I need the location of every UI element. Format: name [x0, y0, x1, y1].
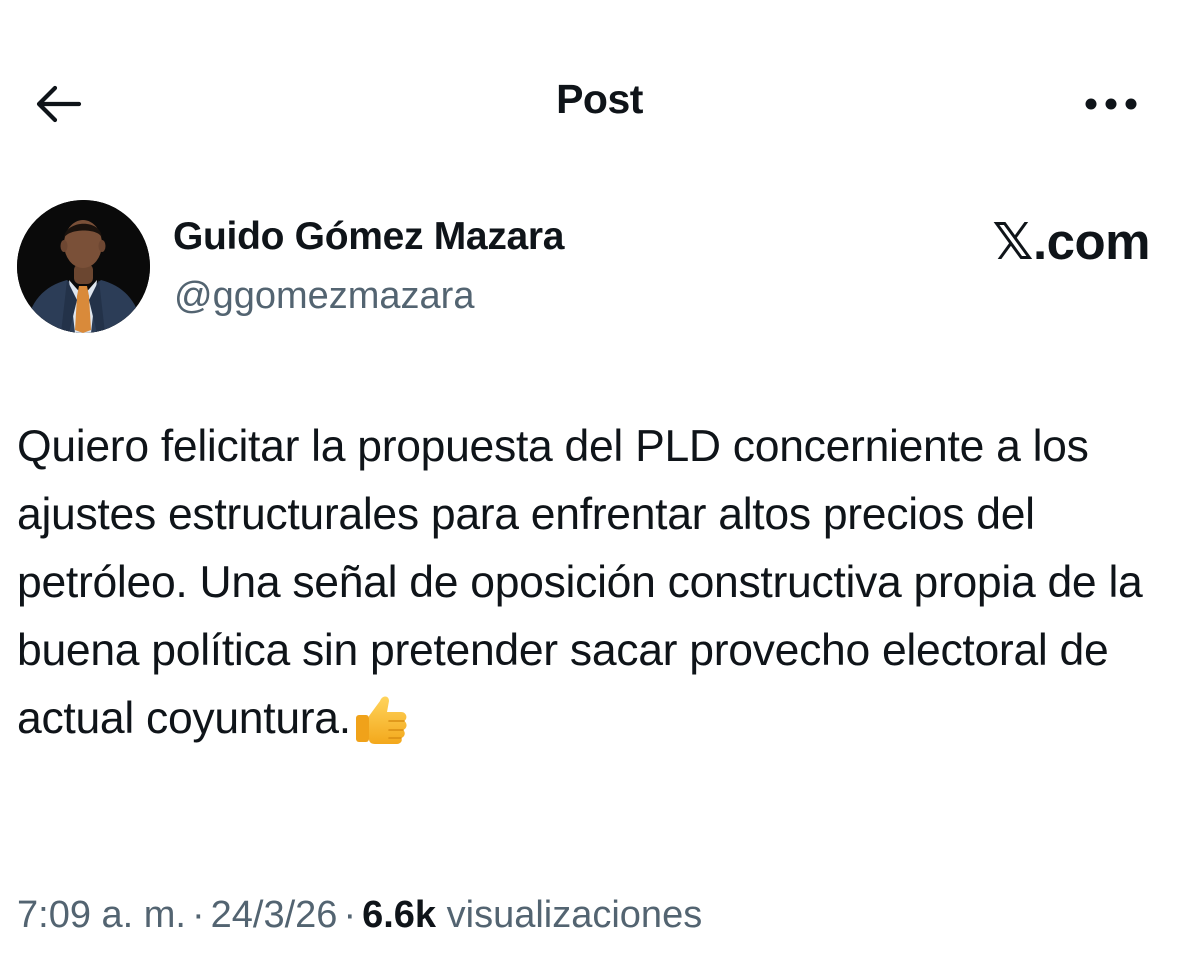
meta-separator: ·	[343, 894, 357, 936]
more-horizontal-icon	[1085, 98, 1137, 110]
meta-separator: ·	[191, 894, 205, 936]
thumbs-up-icon	[353, 689, 411, 767]
views-count[interactable]: 6.6k	[362, 894, 436, 936]
post-text-content: Quiero felicitar la propuesta del PLD co…	[17, 422, 1143, 743]
views-label: visualizaciones	[446, 894, 703, 936]
source-badge: 𝕏.com	[992, 213, 1150, 270]
post-time[interactable]: 7:09 a. m.	[17, 894, 186, 936]
author-name[interactable]: Guido Gómez Mazara	[173, 215, 564, 259]
post-date[interactable]: 24/3/26	[211, 894, 338, 936]
avatar[interactable]	[17, 200, 150, 333]
page-title: Post	[556, 76, 643, 122]
post-metadata: 7:09 a. m. · 24/3/26 · 6.6k visualizaciones	[17, 894, 702, 937]
post-text: Quiero felicitar la propuesta del PLD co…	[17, 413, 1177, 767]
post-header: Post	[0, 0, 1199, 200]
profile-photo	[17, 200, 150, 333]
author-handle[interactable]: @ggomezmazara	[174, 275, 474, 318]
more-options-button[interactable]	[1078, 80, 1144, 128]
